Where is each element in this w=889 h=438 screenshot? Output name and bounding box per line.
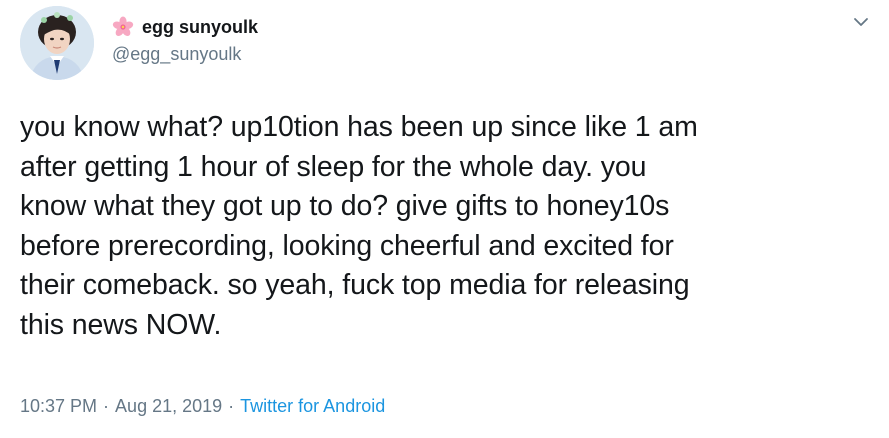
tweet-text-line: before prerecording, looking cheerful an… [20,229,674,262]
tweet-time[interactable]: 10:37 PM [20,396,97,417]
cherry-blossom-icon [112,16,134,38]
tweet-text-line: know what they got up to do? give gifts … [20,190,670,222]
tweet-text-line: their comeback. so yeah, fuck top media … [20,269,690,301]
tweet-card: egg sunyoulk @egg_sunyoulk you know what… [0,0,889,438]
user-handle[interactable]: @egg_sunyoulk [112,44,241,65]
tweet-text-line: you know what? up10tion has been up sinc… [20,111,698,143]
meta-separator: · [228,396,235,416]
tweet-meta: 10:37 PM · Aug 21, 2019 · Twitter for An… [20,396,385,417]
tweet-text-line: after getting 1 hour of sleep for the wh… [20,150,647,183]
meta-separator: · [103,396,110,416]
avatar[interactable] [20,6,94,80]
chevron-down-icon[interactable] [851,12,871,32]
author-name-row[interactable]: egg sunyoulk [112,14,258,40]
tweet-text-line: this news NOW. [20,308,222,341]
tweet-date[interactable]: Aug 21, 2019 [115,396,222,417]
tweet-text: you know what? up10tion has been up sinc… [20,108,870,345]
tweet-source-link[interactable]: Twitter for Android [240,396,385,417]
display-name[interactable]: egg sunyoulk [142,17,258,38]
